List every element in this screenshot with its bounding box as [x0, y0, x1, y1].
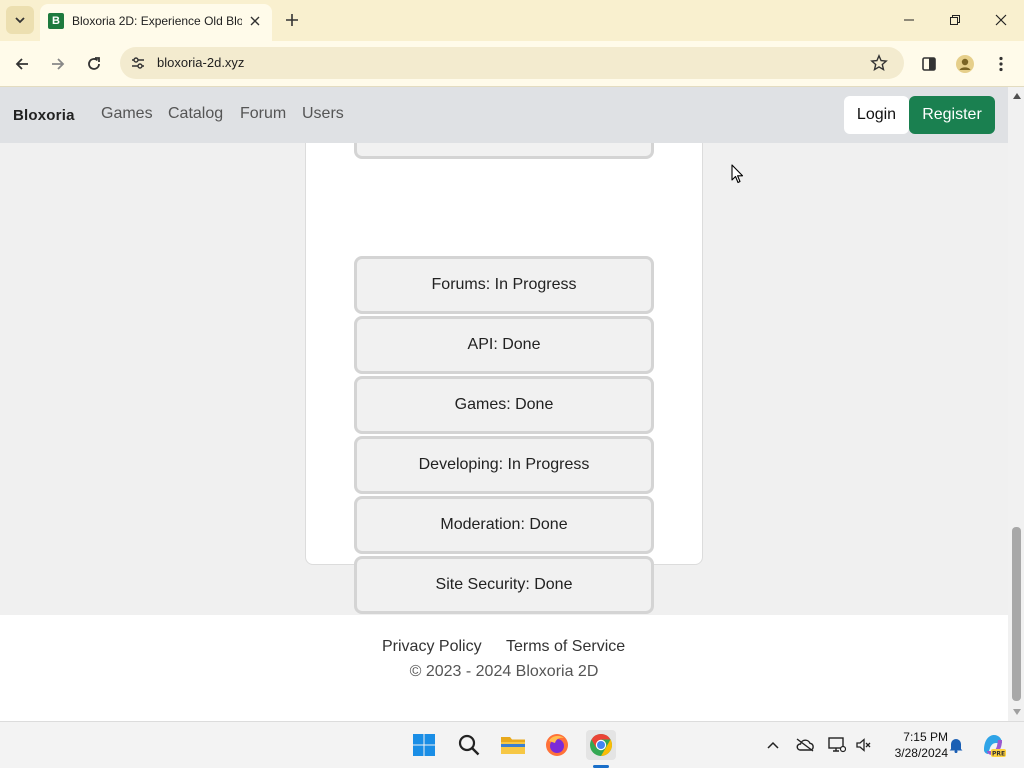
- minimize-icon: [904, 19, 914, 21]
- site-footer: Privacy Policy Terms of Service © 2023 -…: [0, 615, 1008, 721]
- status-item-api: API: Done: [354, 316, 654, 374]
- avatar-icon: [956, 55, 974, 73]
- site-navbar: Bloxoria Games Catalog Forum Users Login…: [0, 87, 1008, 143]
- tune-icon: [132, 57, 144, 69]
- close-icon: [250, 16, 260, 26]
- status-card: Catalog: Done Forums: In Progress API: D…: [305, 101, 703, 614]
- restore-button[interactable]: [932, 4, 978, 36]
- taskbar-clock[interactable]: 7:15 PM 3/28/2024: [878, 729, 948, 761]
- register-button[interactable]: Register: [909, 96, 995, 134]
- minimize-button[interactable]: [886, 4, 932, 36]
- triangle-down-icon: [1012, 709, 1021, 715]
- start-button[interactable]: [409, 730, 439, 760]
- clock-date: 3/28/2024: [894, 746, 948, 760]
- browser-tab-strip: B Bloxoria 2D: Experience Old Blo: [0, 0, 1024, 41]
- browser-tab[interactable]: B Bloxoria 2D: Experience Old Blo: [40, 4, 272, 41]
- notifications-button[interactable]: [946, 735, 966, 755]
- copyright-text: © 2023 - 2024 Bloxoria 2D: [409, 663, 599, 680]
- terms-of-service-link[interactable]: Terms of Service: [506, 638, 625, 656]
- page-viewport: Catalog: Done Forums: In Progress API: D…: [0, 87, 1008, 721]
- scroll-up-arrow[interactable]: [1012, 91, 1021, 101]
- firefox-button[interactable]: [542, 730, 572, 760]
- brand-logo[interactable]: Bloxoria: [13, 107, 75, 124]
- arrow-right-icon: [52, 58, 65, 70]
- chrome-icon: [590, 734, 612, 756]
- copilot-icon: PRE: [984, 735, 1006, 758]
- cloud-offline-icon: [796, 738, 814, 752]
- scroll-down-arrow[interactable]: [1012, 707, 1021, 717]
- side-panel-button[interactable]: [914, 49, 944, 79]
- bloxoria-favicon-icon: B: [48, 13, 64, 29]
- search-icon: [458, 734, 480, 756]
- url-text: bloxoria-2d.xyz: [157, 55, 245, 70]
- close-window-button[interactable]: [978, 4, 1024, 36]
- nav-link-catalog[interactable]: Catalog: [168, 105, 223, 123]
- browser-menu-button[interactable]: [986, 49, 1016, 79]
- bookmark-button[interactable]: [868, 52, 890, 74]
- site-info-button[interactable]: [128, 53, 148, 73]
- tab-title: Bloxoria 2D: Experience Old Blo: [72, 14, 242, 28]
- folder-icon: [501, 737, 525, 754]
- star-icon: [870, 54, 888, 72]
- status-item-games: Games: Done: [354, 376, 654, 434]
- tab-close-button[interactable]: [246, 12, 264, 30]
- reload-icon: [88, 57, 100, 70]
- close-icon: [995, 14, 1007, 26]
- copilot-button[interactable]: PRE: [980, 732, 1006, 758]
- arrow-left-icon: [15, 58, 28, 70]
- profile-button[interactable]: [950, 49, 980, 79]
- chevron-up-icon: [767, 741, 779, 749]
- taskbar-search-button[interactable]: [454, 730, 484, 760]
- show-hidden-icons-button[interactable]: [763, 735, 783, 755]
- file-explorer-button[interactable]: [498, 730, 528, 760]
- more-vertical-icon: [999, 56, 1003, 72]
- status-item-forums: Forums: In Progress: [354, 256, 654, 314]
- triangle-up-icon: [1012, 93, 1021, 99]
- new-tab-button[interactable]: [280, 8, 304, 32]
- status-item-developing: Developing: In Progress: [354, 436, 654, 494]
- status-item-moderation: Moderation: Done: [354, 496, 654, 554]
- nav-link-forum[interactable]: Forum: [240, 105, 286, 123]
- bell-icon: [949, 739, 963, 753]
- display-tray-button[interactable]: [827, 735, 847, 755]
- speaker-muted-icon: [856, 738, 871, 752]
- scrollbar-thumb[interactable]: [1012, 527, 1021, 701]
- onedrive-tray-button[interactable]: [795, 735, 815, 755]
- svg-text:PRE: PRE: [992, 751, 1005, 758]
- back-button[interactable]: [7, 49, 37, 79]
- page-scrollbar[interactable]: [1008, 87, 1024, 721]
- login-button[interactable]: Login: [844, 96, 909, 134]
- reload-button[interactable]: [79, 49, 109, 79]
- nav-link-games[interactable]: Games: [101, 105, 153, 123]
- side-panel-icon: [922, 57, 936, 71]
- nav-link-users[interactable]: Users: [302, 105, 344, 123]
- chevron-down-icon: [15, 17, 25, 24]
- monitor-icon: [828, 737, 846, 753]
- firefox-icon: [546, 734, 568, 756]
- tab-search-button[interactable]: [6, 6, 34, 34]
- browser-toolbar: bloxoria-2d.xyz: [0, 41, 1024, 87]
- status-item-site-security: Site Security: Done: [354, 556, 654, 614]
- address-bar[interactable]: bloxoria-2d.xyz: [120, 47, 904, 79]
- restore-icon: [950, 15, 960, 25]
- volume-tray-button[interactable]: [853, 735, 873, 755]
- forward-button[interactable]: [43, 49, 73, 79]
- windows-logo-icon: [413, 734, 435, 756]
- clock-time: 7:15 PM: [903, 730, 948, 744]
- chrome-button[interactable]: [586, 730, 616, 760]
- mouse-cursor-icon: [731, 164, 744, 189]
- windows-taskbar: 7:15 PM 3/28/2024 PRE: [0, 721, 1024, 768]
- plus-icon: [286, 14, 298, 26]
- privacy-policy-link[interactable]: Privacy Policy: [382, 638, 482, 656]
